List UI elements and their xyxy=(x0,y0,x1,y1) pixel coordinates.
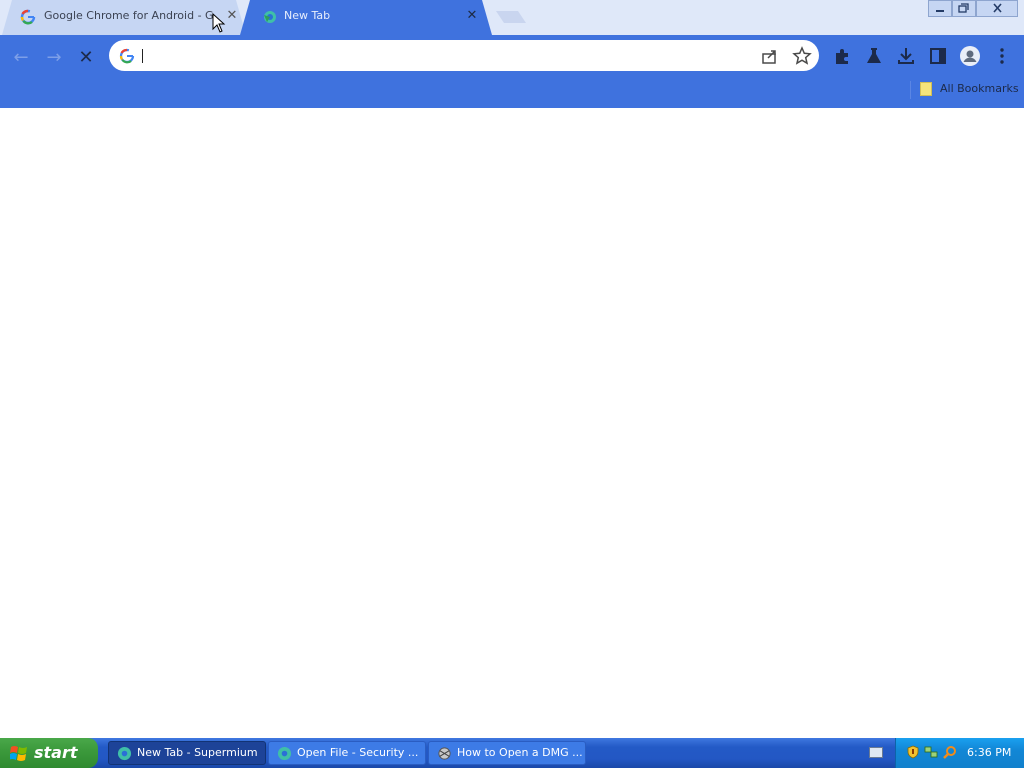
kebab-menu-icon[interactable] xyxy=(991,45,1013,67)
tab-close-button[interactable]: ✕ xyxy=(464,8,480,24)
taskbar-button-new-tab[interactable]: New Tab - Supermium xyxy=(108,741,266,765)
tab-new-tab[interactable]: New Tab ✕ xyxy=(240,0,492,35)
taskbar-button-label: New Tab - Supermium xyxy=(137,746,258,759)
new-tab-button[interactable] xyxy=(496,11,526,23)
all-bookmarks-label: All Bookmarks xyxy=(940,82,1019,95)
search-icon[interactable] xyxy=(943,745,957,759)
taskbar-button-open-file[interactable]: Open File - Security ... xyxy=(268,741,426,765)
tab-strip: Google Chrome for Android - Google ✕ New… xyxy=(0,0,1024,35)
network-icon[interactable] xyxy=(924,745,938,759)
stop-loading-button[interactable]: ✕ xyxy=(73,45,99,71)
restore-icon xyxy=(958,3,969,13)
windows-logo-icon xyxy=(10,746,27,761)
minimize-button[interactable] xyxy=(928,0,952,17)
taskbar: start New Tab - Supermium Open File - Se… xyxy=(0,738,1024,768)
supermium-icon xyxy=(264,11,276,23)
all-bookmarks-button[interactable]: All Bookmarks xyxy=(920,81,1020,99)
tab-google-chrome-android[interactable]: Google Chrome for Android - Google ✕ xyxy=(2,0,245,35)
tab-title: New Tab xyxy=(284,9,331,22)
security-shield-icon[interactable] xyxy=(906,745,920,759)
restore-button[interactable] xyxy=(952,0,976,17)
bookmarks-separator xyxy=(910,81,911,99)
share-icon[interactable] xyxy=(760,46,780,66)
google-g-icon xyxy=(119,48,135,64)
side-panel-icon[interactable] xyxy=(927,45,949,67)
start-label: start xyxy=(34,743,78,762)
minimize-icon xyxy=(936,10,944,12)
address-input[interactable] xyxy=(143,46,747,68)
omnibox[interactable] xyxy=(109,40,819,71)
bookmark-star-icon[interactable] xyxy=(792,46,812,66)
page-content xyxy=(0,108,1024,738)
supermium-icon xyxy=(277,746,292,761)
taskbar-button-label: How to Open a DMG ... xyxy=(457,746,583,759)
taskbar-button-dmg[interactable]: How to Open a DMG ... xyxy=(428,741,586,765)
browser-toolbar: ← → ✕ All Bookmarks xyxy=(0,35,1024,108)
supermium-icon xyxy=(117,746,132,761)
system-tray: 6:36 PM xyxy=(895,738,1024,768)
tab-title: Google Chrome for Android - Google xyxy=(44,9,214,22)
clock: 6:36 PM xyxy=(967,746,1012,759)
back-button[interactable]: ← xyxy=(8,45,34,71)
app-icon xyxy=(438,747,451,760)
google-g-icon xyxy=(20,9,36,25)
close-window-button[interactable] xyxy=(976,0,1018,17)
forward-button[interactable]: → xyxy=(41,45,67,71)
tab-close-button[interactable]: ✕ xyxy=(224,8,240,24)
browser-window: Google Chrome for Android - Google ✕ New… xyxy=(0,0,1024,738)
start-button[interactable]: start xyxy=(0,738,98,768)
taskbar-button-label: Open File - Security ... xyxy=(297,746,419,759)
profile-avatar-icon[interactable] xyxy=(959,45,981,67)
labs-flask-icon[interactable] xyxy=(863,45,885,67)
close-icon xyxy=(993,3,1002,13)
download-icon[interactable] xyxy=(895,45,917,67)
folder-icon xyxy=(920,82,932,96)
mouse-pointer-icon xyxy=(212,13,226,33)
keyboard-layout-icon[interactable] xyxy=(869,747,883,758)
extensions-icon[interactable] xyxy=(831,45,853,67)
